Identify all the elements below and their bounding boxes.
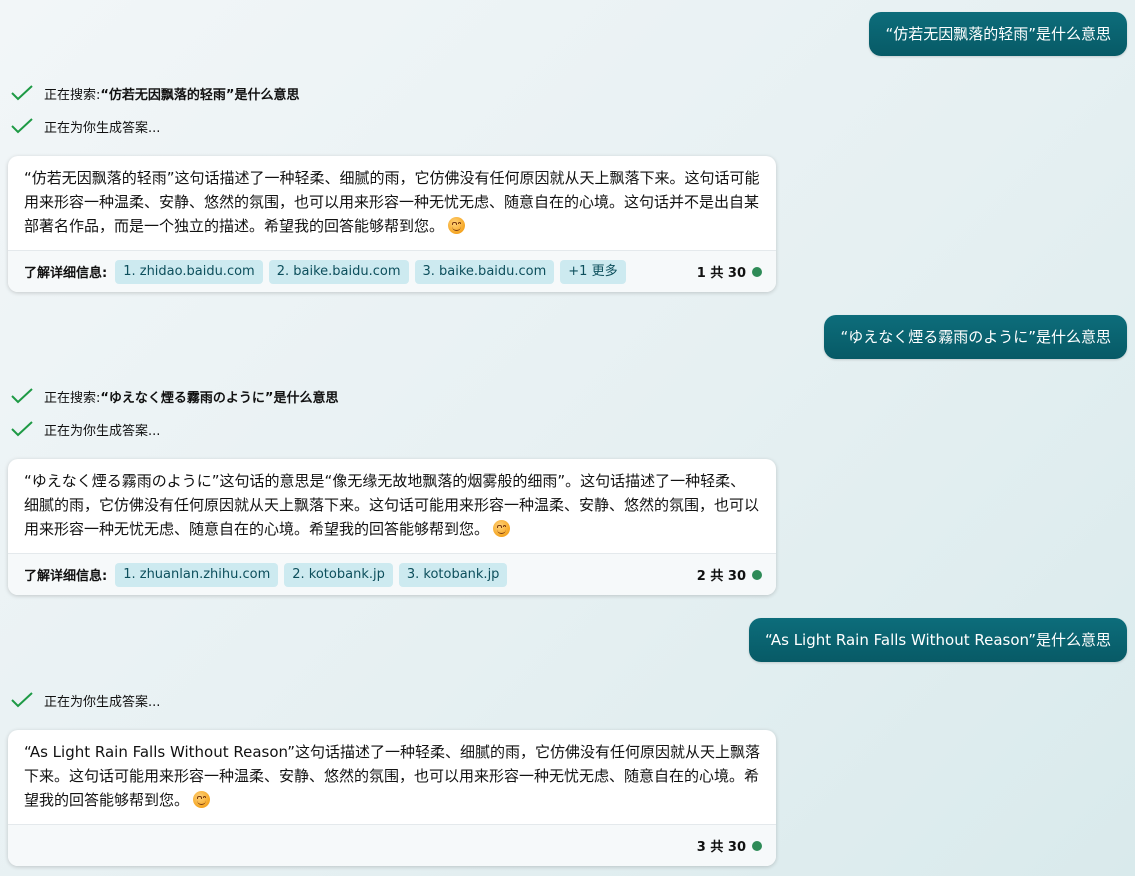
answer-footer: 3 共 30 [8,824,776,866]
answer-text: “ゆえなく煙る霧雨のように”这句话的意思是“像无缘无故地飘落的烟雾般的细雨”。这… [24,472,760,538]
learn-more-label: 了解详细信息: [24,266,108,281]
status-generating-label: 正在为你生成答案... [44,423,161,439]
answer-card-1: “仿若无因飘落的轻雨”这句话描述了一种轻柔、细腻的雨，它仿佛没有任何原因就从天上… [8,156,776,292]
answer-card-3: “As Light Rain Falls Without Reason”这句话描… [8,730,776,866]
answer-footer: 了解详细信息: 1. zhuanlan.zhihu.com 2. kotoban… [8,553,776,595]
status-generating-1: 正在为你生成答案... [10,115,160,137]
turn-counter: 2 共 30 [696,569,746,584]
more-sources-button[interactable]: +1 更多 [560,259,626,284]
smiling-face-emoji-icon [193,791,211,808]
status-dot [752,840,762,851]
user-message-2: “ゆえなく煙る霧雨のように”是什么意思 [824,315,1127,359]
status-dot [752,569,762,580]
source-link[interactable]: 2. baike.baidu.com [268,259,409,284]
answer-footer: 了解详细信息: 1. zhidao.baidu.com 2. baike.bai… [8,250,776,292]
smiling-face-emoji-icon [493,520,511,537]
source-link[interactable]: 1. zhuanlan.zhihu.com [115,562,279,587]
smiling-face-emoji-icon [448,217,466,234]
answer-text: “仿若无因飘落的轻雨”这句话描述了一种轻柔、细腻的雨，它仿佛没有任何原因就从天上… [24,169,760,235]
user-message-1: “仿若无因飘落的轻雨”是什么意思 [869,12,1127,56]
status-generating-label: 正在为你生成答案... [44,120,161,136]
answer-text: “As Light Rain Falls Without Reason”这句话描… [24,743,760,809]
source-link[interactable]: 3. kotobank.jp [398,562,508,587]
status-searching-2: 正在搜索: “ゆえなく煙る霧雨のように”是什么意思 [10,385,338,407]
check-icon [10,82,34,104]
check-icon [10,115,34,137]
status-generating-label: 正在为你生成答案... [44,694,161,710]
status-search-prefix: 正在搜索: [44,87,101,103]
turn-counter: 3 共 30 [696,840,746,855]
status-dot [752,266,762,277]
answer-body: “ゆえなく煙る霧雨のように”这句话的意思是“像无缘无故地飘落的烟雾般的细雨”。这… [8,459,776,553]
check-icon [10,418,34,440]
turn-counter: 1 共 30 [696,266,746,281]
status-search-query: “仿若无因飘落的轻雨”是什么意思 [100,87,300,103]
source-link[interactable]: 1. zhidao.baidu.com [115,259,263,284]
check-icon [10,689,34,711]
status-searching-1: 正在搜索: “仿若无因飘落的轻雨”是什么意思 [10,82,299,104]
status-generating-2: 正在为你生成答案... [10,418,160,440]
status-search-query: “ゆえなく煙る霧雨のように”是什么意思 [100,390,339,406]
status-generating-3: 正在为你生成答案... [10,689,160,711]
source-link[interactable]: 2. kotobank.jp [284,562,393,587]
source-link[interactable]: 3. baike.baidu.com [414,259,555,284]
status-search-prefix: 正在搜索: [44,390,101,406]
learn-more-label: 了解详细信息: [24,569,108,584]
check-icon [10,385,34,407]
answer-body: “As Light Rain Falls Without Reason”这句话描… [8,730,776,824]
answer-card-2: “ゆえなく煙る霧雨のように”这句话的意思是“像无缘无故地飘落的烟雾般的细雨”。这… [8,459,776,595]
user-message-3: “As Light Rain Falls Without Reason”是什么意… [749,618,1127,662]
answer-body: “仿若无因飘落的轻雨”这句话描述了一种轻柔、细腻的雨，它仿佛没有任何原因就从天上… [8,156,776,250]
